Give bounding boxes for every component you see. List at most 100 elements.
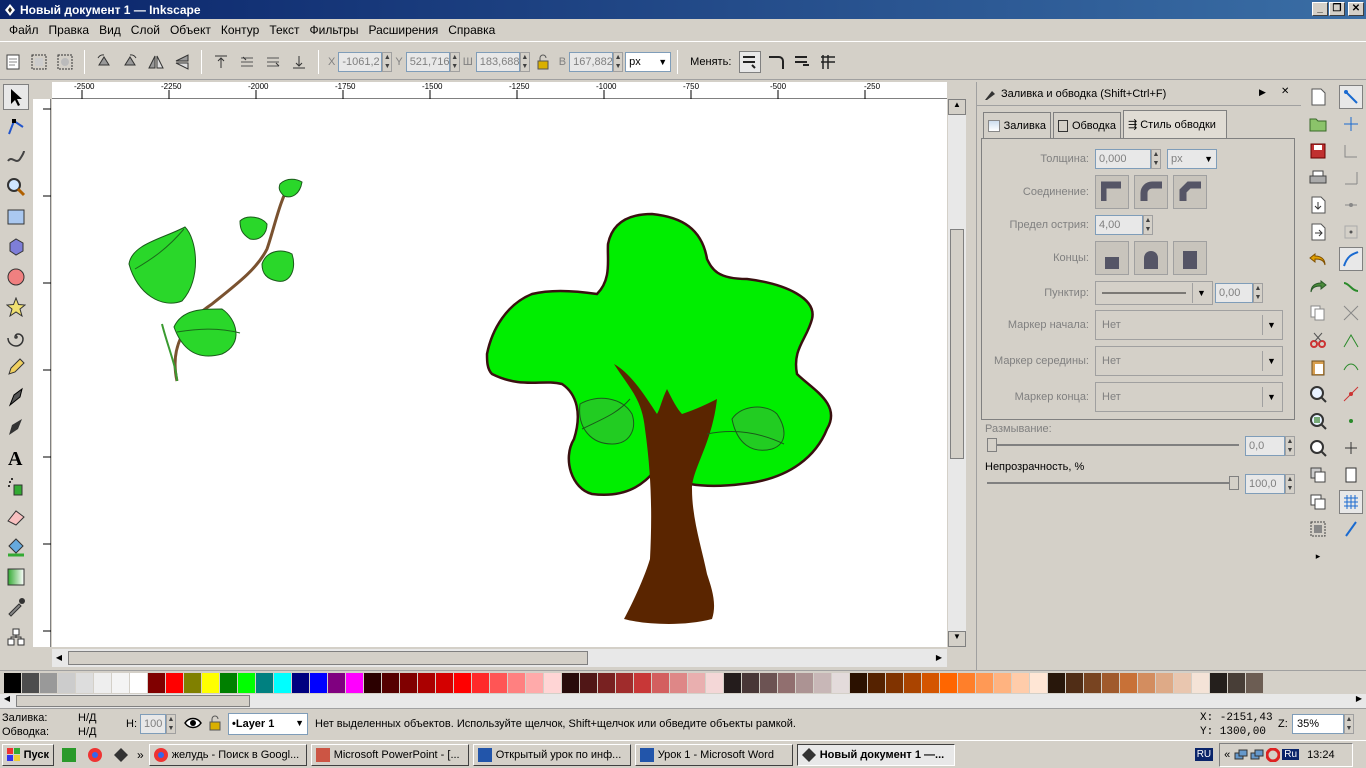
lock-icon[interactable]	[532, 51, 554, 73]
language-indicator[interactable]: RU	[1194, 748, 1214, 761]
color-swatch[interactable]	[58, 672, 76, 693]
color-swatch[interactable]	[184, 672, 202, 693]
snap-bbox-corner-icon[interactable]	[1339, 166, 1363, 190]
opacity-status-stepper[interactable]: ▲ ▼	[166, 714, 176, 734]
dialog-collapse-icon[interactable]: ▶	[1259, 87, 1266, 98]
color-swatch[interactable]	[76, 672, 94, 693]
round-join-icon[interactable]	[1134, 175, 1168, 209]
palette-scroll-right-icon[interactable]: ▶	[1352, 694, 1366, 708]
color-swatch[interactable]	[508, 672, 526, 693]
color-swatch[interactable]	[562, 672, 580, 693]
color-swatch[interactable]	[1174, 672, 1192, 693]
scale-corners-icon[interactable]	[765, 51, 787, 73]
height-input[interactable]: 167,882	[569, 51, 614, 72]
snap-toggle-icon[interactable]	[1338, 85, 1363, 109]
marker-mid-select[interactable]: Нет ▼	[1095, 346, 1283, 376]
color-swatch[interactable]	[1156, 672, 1174, 693]
copy-icon[interactable]	[1306, 301, 1330, 325]
opacity-status-input[interactable]: 100	[140, 714, 166, 734]
marker-start-select[interactable]: Нет ▼	[1095, 310, 1283, 340]
export-icon[interactable]	[1306, 220, 1330, 244]
zoom-drawing-icon[interactable]	[1306, 409, 1330, 433]
snap-path-icon[interactable]	[1339, 274, 1363, 298]
color-swatch[interactable]	[382, 672, 400, 693]
opacity-slider-thumb[interactable]	[1229, 476, 1239, 490]
color-swatch[interactable]	[1120, 672, 1138, 693]
color-swatch[interactable]	[292, 672, 310, 693]
cut-icon[interactable]	[1306, 328, 1330, 352]
color-swatch[interactable]	[526, 672, 544, 693]
x-stepper[interactable]: ▲ ▼	[382, 51, 393, 72]
print-icon[interactable]	[1306, 166, 1330, 190]
snap-bbox-center-icon[interactable]	[1339, 220, 1363, 244]
quicklaunch-green-icon[interactable]	[58, 744, 80, 766]
color-swatch[interactable]	[1102, 672, 1120, 693]
color-swatch[interactable]	[202, 672, 220, 693]
chrome-icon[interactable]	[84, 744, 106, 766]
transform-gradient-icon[interactable]	[791, 51, 813, 73]
start-button[interactable]: Пуск	[2, 743, 54, 766]
task-powerpoint[interactable]: Microsoft PowerPoint - [...	[310, 743, 469, 766]
butt-cap-icon[interactable]	[1095, 241, 1129, 275]
color-swatch[interactable]	[958, 672, 976, 693]
ellipse-tool-icon[interactable]	[3, 264, 29, 290]
miter-join-icon[interactable]	[1095, 175, 1129, 209]
color-swatch[interactable]	[436, 672, 454, 693]
zoom-stepper[interactable]: ▲ ▼	[1344, 714, 1354, 734]
deselect-icon[interactable]	[54, 51, 76, 73]
opacity-stepper[interactable]: ▲ ▼	[1285, 474, 1295, 494]
color-swatch[interactable]	[706, 672, 724, 693]
paste-icon[interactable]	[1306, 355, 1330, 379]
color-swatch[interactable]	[472, 672, 490, 693]
color-swatch[interactable]	[1210, 672, 1228, 693]
redo-icon[interactable]	[1306, 274, 1330, 298]
dash-offset-input[interactable]: 0,00	[1215, 283, 1253, 303]
maximize-button[interactable]: ❐	[1329, 2, 1345, 16]
flip-vertical-icon[interactable]	[171, 51, 193, 73]
square-cap-icon[interactable]	[1173, 241, 1207, 275]
snap-bbox-edge-icon[interactable]	[1339, 139, 1363, 163]
rotate-cw-icon[interactable]	[119, 51, 141, 73]
snap-smooth-icon[interactable]	[1339, 355, 1363, 379]
color-swatch[interactable]	[850, 672, 868, 693]
zoom-input[interactable]: 35%	[1292, 714, 1344, 734]
tab-fill[interactable]: Заливка	[983, 112, 1051, 138]
opacity-input[interactable]: 100,0	[1245, 474, 1285, 494]
menu-view[interactable]: Вид	[94, 23, 126, 37]
raise-to-top-icon[interactable]	[210, 51, 232, 73]
spray-tool-icon[interactable]	[3, 474, 29, 500]
network-icon-2[interactable]	[1250, 748, 1264, 762]
flip-horizontal-icon[interactable]	[145, 51, 167, 73]
color-swatch[interactable]	[400, 672, 418, 693]
color-swatch[interactable]	[796, 672, 814, 693]
lower-icon[interactable]	[262, 51, 284, 73]
color-swatch[interactable]	[814, 672, 832, 693]
network-icon[interactable]	[1234, 748, 1248, 762]
palette-scroll-left-icon[interactable]: ◀	[0, 694, 14, 708]
selector-tool-icon[interactable]	[3, 84, 29, 110]
menu-file[interactable]: Файл	[4, 23, 44, 37]
star-tool-icon[interactable]	[3, 294, 29, 320]
tab-stroke-style[interactable]: ⇶ Стиль обводки	[1123, 110, 1227, 138]
color-swatch[interactable]	[1066, 672, 1084, 693]
rotate-ccw-icon[interactable]	[93, 51, 115, 73]
menu-layer[interactable]: Слой	[126, 23, 165, 37]
color-swatch[interactable]	[1012, 672, 1030, 693]
spiral-tool-icon[interactable]	[3, 324, 29, 350]
task-inkscape[interactable]: Новый документ 1 —...	[796, 743, 955, 766]
round-cap-icon[interactable]	[1134, 241, 1168, 275]
bevel-join-icon[interactable]	[1173, 175, 1207, 209]
color-swatch[interactable]	[256, 672, 274, 693]
menu-filters[interactable]: Фильтры	[305, 23, 364, 37]
color-swatch[interactable]	[1228, 672, 1246, 693]
snap-intersection-icon[interactable]	[1339, 301, 1363, 325]
scroll-left-icon[interactable]: ◀	[52, 649, 66, 667]
eraser-tool-icon[interactable]	[3, 504, 29, 530]
opacity-slider-track[interactable]	[987, 482, 1239, 484]
tweak-tool-icon[interactable]	[3, 144, 29, 170]
group-icon[interactable]	[1306, 517, 1330, 541]
stroke-width-stepper[interactable]: ▲ ▼	[1151, 149, 1161, 169]
color-swatch[interactable]	[922, 672, 940, 693]
eye-icon[interactable]	[184, 715, 202, 734]
color-swatch[interactable]	[310, 672, 328, 693]
